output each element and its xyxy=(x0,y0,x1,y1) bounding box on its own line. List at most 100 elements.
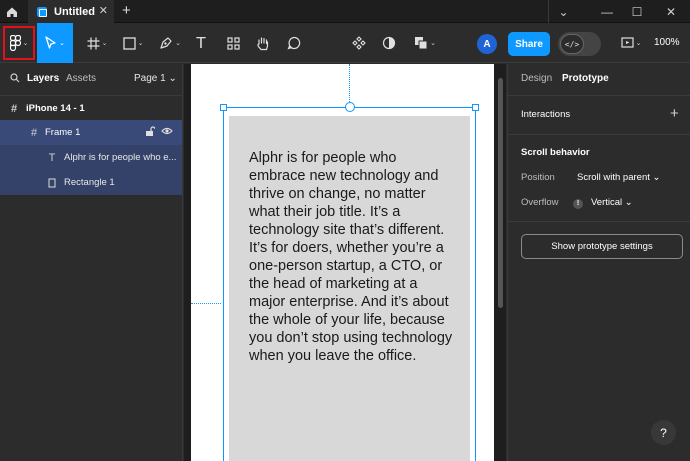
text-icon: T xyxy=(48,151,56,164)
file-tab[interactable]: Untitled ✕ xyxy=(28,0,114,23)
layer-actions xyxy=(145,126,173,137)
unlock-icon[interactable] xyxy=(145,126,155,137)
chevron-down-icon: ⌄ xyxy=(101,40,108,47)
interactions-label: Interactions xyxy=(521,109,571,120)
boolean-groups-button[interactable]: ⌄ xyxy=(410,23,440,63)
tab-design[interactable]: Design xyxy=(521,73,552,84)
component-icon xyxy=(352,36,366,50)
boolean-icon xyxy=(415,37,428,50)
home-icon xyxy=(7,7,17,17)
canvas[interactable]: Alphr is for people who embrace new tech… xyxy=(184,64,506,461)
new-tab-button[interactable]: + xyxy=(122,2,131,19)
dev-mode-toggle[interactable]: </> xyxy=(558,32,601,56)
hand-tool-button[interactable] xyxy=(254,23,272,63)
code-icon: </> xyxy=(560,34,584,54)
chevron-down-icon: ⌄ xyxy=(635,40,642,47)
text-tool-button[interactable]: T xyxy=(192,23,210,63)
maximize-icon: ☐ xyxy=(631,4,643,19)
mask-button[interactable] xyxy=(380,23,398,63)
present-icon xyxy=(620,36,634,48)
tabs-overflow-button[interactable]: ⌄ xyxy=(548,0,578,23)
frame-icon xyxy=(87,37,100,49)
user-avatar[interactable]: A xyxy=(477,34,497,54)
resources-icon xyxy=(226,36,240,50)
left-panel-tabs: Layers Assets Page 1 ⌄ xyxy=(0,64,183,93)
figma-logo-icon xyxy=(9,35,21,51)
eye-icon[interactable] xyxy=(161,126,173,136)
text-icon: T xyxy=(196,34,206,52)
chevron-down-icon: ⌄ xyxy=(430,40,436,47)
scroll-behavior-label: Scroll behavior xyxy=(521,147,590,158)
overflow-select[interactable]: ! Vertical ⌄ xyxy=(573,197,633,209)
move-tool-button[interactable]: ⌄ xyxy=(37,23,73,63)
comment-icon xyxy=(287,36,301,50)
hand-icon xyxy=(257,36,269,50)
frame-icon: # xyxy=(10,102,18,115)
show-prototype-settings-button[interactable]: Show prototype settings xyxy=(521,234,683,259)
layer-rectangle-1[interactable]: Rectangle 1 xyxy=(0,170,182,195)
position-label: Position xyxy=(521,172,555,183)
zoom-level[interactable]: 100% xyxy=(654,37,680,48)
divider xyxy=(508,134,690,135)
file-icon xyxy=(37,6,47,17)
tab-layers[interactable]: Layers xyxy=(27,73,59,84)
maximize-button[interactable]: ☐ xyxy=(622,0,652,23)
cursor-icon xyxy=(45,36,56,49)
chevron-down-icon: ⌄ xyxy=(137,40,144,47)
resources-tool-button[interactable] xyxy=(224,23,242,63)
chevron-down-icon: ⌄ xyxy=(175,40,181,47)
frame-icon: # xyxy=(30,126,38,139)
tab-close-icon[interactable]: ✕ xyxy=(99,4,108,17)
position-select[interactable]: Scroll with parent ⌄ xyxy=(577,172,660,183)
overflow-label: Overflow xyxy=(521,197,559,208)
iphone-frame[interactable]: Alphr is for people who embrace new tech… xyxy=(191,64,494,461)
home-button[interactable] xyxy=(0,0,24,23)
selection-box xyxy=(220,102,479,461)
divider xyxy=(508,95,690,96)
title-bar: Untitled ✕ + ⌄ — ☐ ✕ xyxy=(0,0,690,23)
main-menu-button[interactable]: ⌄ xyxy=(3,26,35,60)
pen-tool-button[interactable]: ⌄ xyxy=(155,23,185,63)
layer-label: Rectangle 1 xyxy=(64,177,115,188)
guide-line xyxy=(191,303,221,304)
comment-tool-button[interactable] xyxy=(285,23,303,63)
prototype-connection-handle[interactable] xyxy=(345,102,355,112)
layer-label: Frame 1 xyxy=(45,127,81,138)
page-selector[interactable]: Page 1 ⌄ xyxy=(134,73,177,84)
chevron-down-icon: ⌄ xyxy=(59,40,65,47)
divider xyxy=(508,221,690,222)
properties-panel: Design Prototype Interactions + Scroll b… xyxy=(507,64,690,461)
rectangle-icon xyxy=(46,177,58,188)
close-icon: ✕ xyxy=(665,4,677,19)
frame-tool-button[interactable]: ⌄ xyxy=(82,23,112,63)
present-button[interactable]: ⌄ xyxy=(616,23,646,63)
chevron-down-icon: ⌄ xyxy=(558,4,569,19)
layers-panel: Layers Assets Page 1 ⌄ # iPhone 14 - 1 #… xyxy=(0,64,183,461)
figma-app: Untitled ✕ + ⌄ — ☐ ✕ ⌄ ⌄ ⌄ ⌄ ⌄ T ⌄ A Sha… xyxy=(0,0,690,461)
minimize-button[interactable]: — xyxy=(592,0,622,23)
info-icon: ! xyxy=(573,199,583,209)
scrollbar[interactable] xyxy=(498,78,503,308)
toolbar: ⌄ ⌄ ⌄ ⌄ ⌄ T ⌄ A Share </> ⌄ 100% xyxy=(0,23,690,63)
minimize-icon: — xyxy=(601,4,613,19)
shape-tool-button[interactable]: ⌄ xyxy=(118,23,148,63)
resize-handle[interactable] xyxy=(472,104,479,111)
layer-text[interactable]: T Alphr is for people who e... xyxy=(0,145,182,170)
resize-handle[interactable] xyxy=(220,104,227,111)
search-icon[interactable] xyxy=(10,73,20,83)
add-interaction-button[interactable]: + xyxy=(670,105,679,122)
tab-assets[interactable]: Assets xyxy=(66,73,96,84)
layer-label: iPhone 14 - 1 xyxy=(26,103,85,114)
contrast-icon xyxy=(382,36,396,50)
chevron-down-icon: ⌄ xyxy=(22,40,29,47)
help-button[interactable]: ? xyxy=(651,420,676,445)
layer-frame-1[interactable]: # Frame 1 xyxy=(0,120,182,145)
share-button[interactable]: Share xyxy=(508,32,550,56)
window-close-button[interactable]: ✕ xyxy=(656,0,686,23)
layer-iphone-14-1[interactable]: # iPhone 14 - 1 xyxy=(0,96,182,121)
tab-title: Untitled xyxy=(54,5,95,18)
tab-prototype[interactable]: Prototype xyxy=(562,73,609,84)
component-button[interactable] xyxy=(350,23,368,63)
layer-label: Alphr is for people who e... xyxy=(64,152,177,163)
pen-icon xyxy=(160,37,172,49)
